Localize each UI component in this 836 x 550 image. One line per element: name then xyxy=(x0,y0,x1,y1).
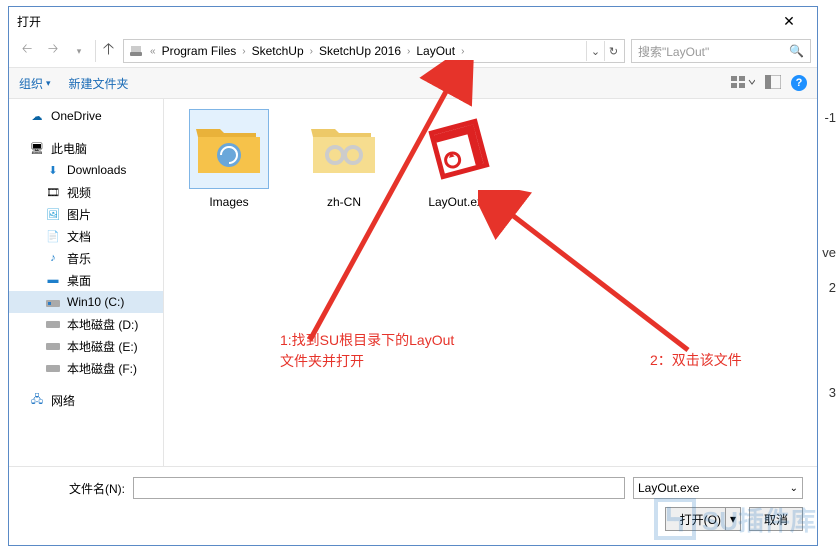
breadcrumb-item[interactable]: Program Files xyxy=(160,44,239,58)
file-filter-select[interactable]: LayOut.exe ⌄ xyxy=(633,477,803,499)
forward-button: 🡢 xyxy=(41,39,65,63)
open-dialog: 打开 ✕ 🡠 🡢 ▾ 🡡 « Program Files › SketchUp … xyxy=(8,6,818,546)
chevron-icon: « xyxy=(146,46,160,57)
titlebar: 打开 ✕ xyxy=(9,7,817,35)
folder-images[interactable]: Images xyxy=(184,109,274,209)
sidebar-item-disk-f[interactable]: 本地磁盘 (F:) xyxy=(9,357,163,379)
up-button[interactable]: 🡡 xyxy=(95,40,117,62)
view-options-button[interactable] xyxy=(731,74,755,93)
edge-text: -1 xyxy=(824,110,836,125)
search-placeholder: 搜索"LayOut" xyxy=(638,43,709,60)
layout-exe-icon xyxy=(424,114,494,184)
sidebar-item-disk-e[interactable]: 本地磁盘 (E:) xyxy=(9,335,163,357)
file-label: Images xyxy=(184,195,274,209)
drive-icon xyxy=(45,295,61,309)
edge-text: ve xyxy=(822,245,836,260)
close-button[interactable]: ✕ xyxy=(769,13,809,30)
sidebar-item-desktop[interactable]: ▬ 桌面 xyxy=(9,269,163,291)
breadcrumb-item[interactable]: SketchUp 2016 xyxy=(317,44,403,58)
dialog-body: ☁ OneDrive 🖥 此电脑 ⬇ Downloads 🎞 视频 🖼 图片 � xyxy=(9,99,817,466)
edge-text: 3 xyxy=(829,385,836,400)
drive-icon xyxy=(128,43,144,59)
pictures-icon: 🖼 xyxy=(45,207,61,221)
sidebar-item-onedrive[interactable]: ☁ OneDrive xyxy=(9,105,163,127)
drive-icon xyxy=(45,317,61,331)
sidebar-item-network[interactable]: 🖧 网络 xyxy=(9,389,163,411)
onedrive-icon: ☁ xyxy=(29,109,45,123)
chevron-right-icon: › xyxy=(238,46,249,57)
filename-input[interactable] xyxy=(133,477,625,499)
sidebar-item-documents[interactable]: 📄 文档 xyxy=(9,225,163,247)
video-icon: 🎞 xyxy=(45,185,61,199)
chevron-down-icon: ▾ xyxy=(46,78,51,89)
breadcrumb[interactable]: « Program Files › SketchUp › SketchUp 20… xyxy=(123,39,625,63)
breadcrumb-dropdown[interactable]: ⌄ xyxy=(586,41,604,61)
sidebar-item-downloads[interactable]: ⬇ Downloads xyxy=(9,159,163,181)
refresh-button[interactable]: ↻ xyxy=(604,41,622,61)
file-label: LayOut.exe xyxy=(414,195,504,209)
sidebar-item-disk-d[interactable]: 本地磁盘 (D:) xyxy=(9,313,163,335)
download-icon: ⬇ xyxy=(45,163,61,177)
chevron-right-icon: › xyxy=(403,46,414,57)
sidebar-item-videos[interactable]: 🎞 视频 xyxy=(9,181,163,203)
folder-icon xyxy=(309,119,379,179)
sidebar: ☁ OneDrive 🖥 此电脑 ⬇ Downloads 🎞 视频 🖼 图片 � xyxy=(9,99,164,466)
pc-icon: 🖥 xyxy=(29,141,45,155)
network-icon: 🖧 xyxy=(29,393,45,407)
watermark: ┗┓ SU插件库 xyxy=(654,498,816,540)
file-layout-exe[interactable]: LayOut.exe xyxy=(414,109,504,209)
sidebar-item-thispc[interactable]: 🖥 此电脑 xyxy=(9,137,163,159)
search-icon[interactable]: 🔍 xyxy=(789,44,804,58)
music-icon: ♪ xyxy=(45,251,61,265)
drive-icon xyxy=(45,361,61,375)
chevron-right-icon: › xyxy=(306,46,317,57)
drive-icon xyxy=(45,339,61,353)
help-button[interactable]: ? xyxy=(791,75,807,91)
file-list[interactable]: Images zh-CN xyxy=(164,99,817,466)
documents-icon: 📄 xyxy=(45,229,61,243)
chevron-down-icon: ⌄ xyxy=(790,483,798,494)
dialog-title: 打开 xyxy=(17,13,769,30)
search-input[interactable]: 搜索"LayOut" 🔍 xyxy=(631,39,811,63)
filename-label: 文件名(N): xyxy=(23,480,133,497)
chevron-right-icon: › xyxy=(457,46,468,57)
organize-menu[interactable]: 组织 ▾ xyxy=(19,75,51,92)
nav-row: 🡠 🡢 ▾ 🡡 « Program Files › SketchUp › Ske… xyxy=(9,35,817,67)
new-folder-button[interactable]: 新建文件夹 xyxy=(69,75,129,92)
desktop-icon: ▬ xyxy=(45,273,61,287)
folder-icon xyxy=(194,119,264,179)
toolbar: 组织 ▾ 新建文件夹 ? xyxy=(9,67,817,99)
edge-text: 2 xyxy=(829,280,836,295)
recent-dropdown[interactable]: ▾ xyxy=(67,39,91,63)
sidebar-item-win10-c[interactable]: Win10 (C:) xyxy=(9,291,163,313)
breadcrumb-item[interactable]: SketchUp xyxy=(250,44,306,58)
back-button[interactable]: 🡠 xyxy=(15,39,39,63)
breadcrumb-item[interactable]: LayOut xyxy=(414,44,457,58)
preview-pane-button[interactable] xyxy=(765,75,781,92)
folder-zh-cn[interactable]: zh-CN xyxy=(299,109,389,209)
watermark-icon: ┗┓ xyxy=(654,498,696,540)
file-label: zh-CN xyxy=(299,195,389,209)
sidebar-item-music[interactable]: ♪ 音乐 xyxy=(9,247,163,269)
sidebar-item-pictures[interactable]: 🖼 图片 xyxy=(9,203,163,225)
